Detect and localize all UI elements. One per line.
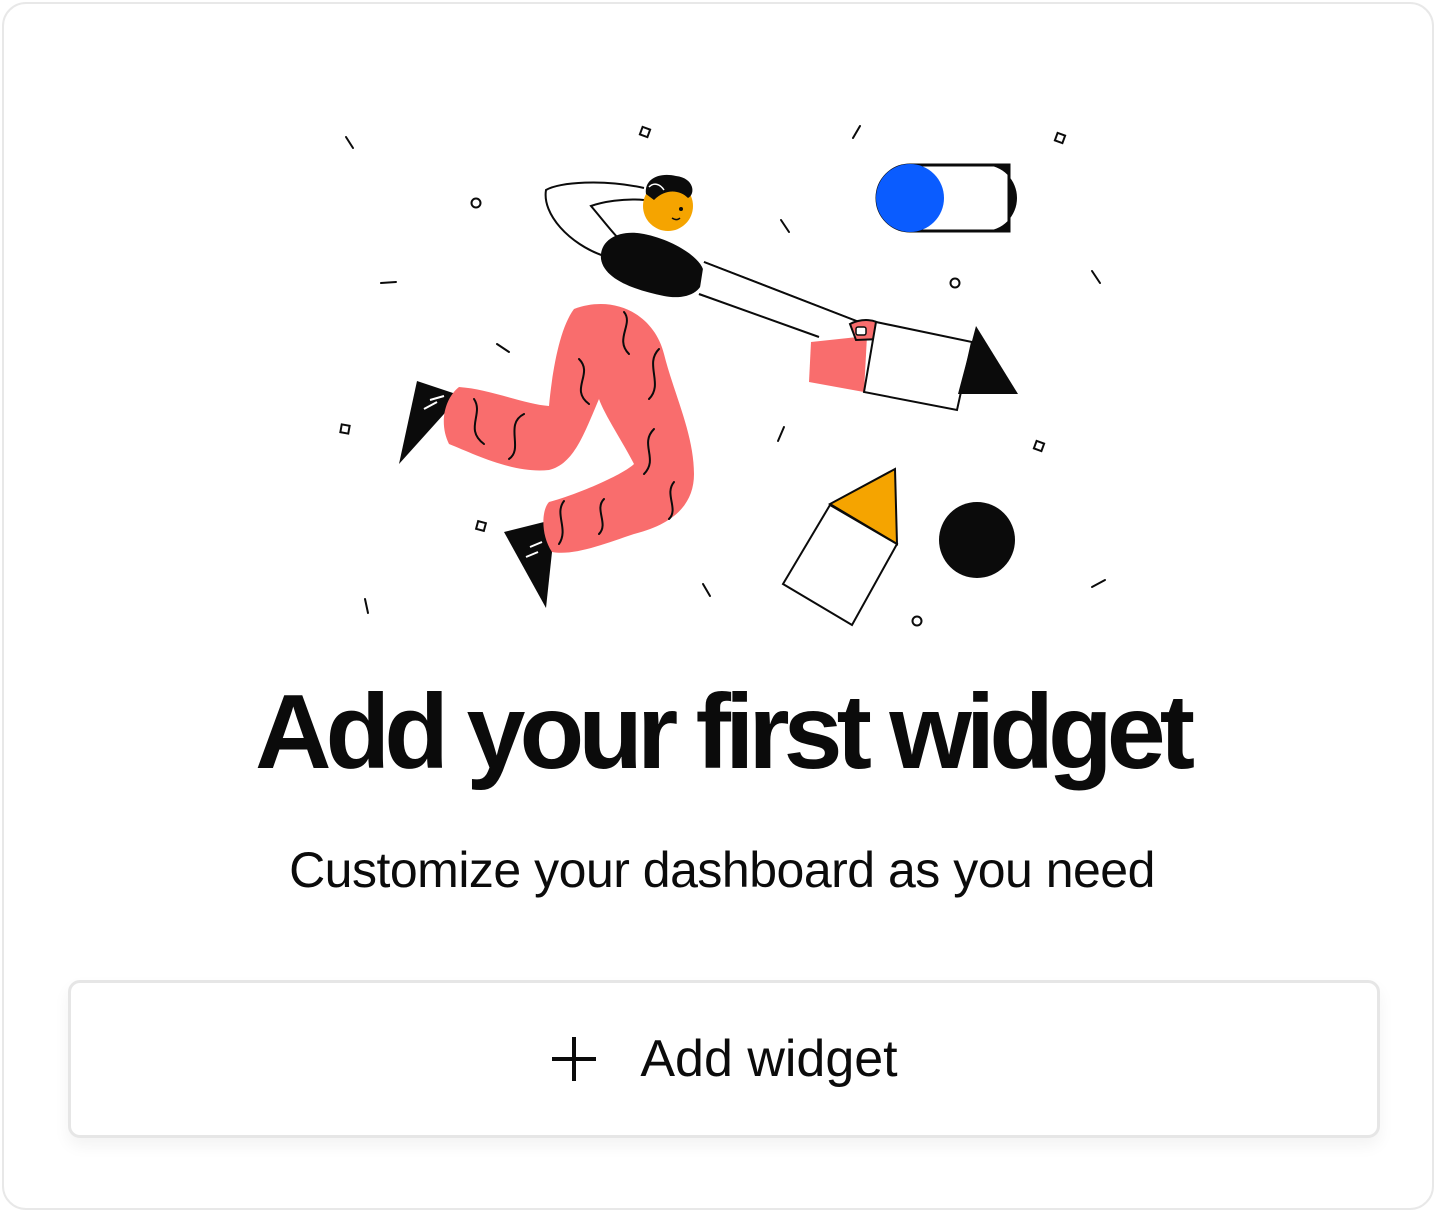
floating-person-illustration [339, 125, 1106, 627]
add-widget-button[interactable]: Add widget [68, 980, 1380, 1138]
box-shape [781, 467, 899, 627]
toggle-switch-graphic [875, 163, 1017, 233]
add-widget-button-label: Add widget [640, 1030, 898, 1088]
circle-shape [939, 502, 1015, 578]
triangle-shape [958, 326, 1018, 394]
page-title: Add your first widget [255, 673, 1195, 791]
empty-state-card: Add your first widget Customize your das… [2, 2, 1434, 1210]
plus-icon [550, 1035, 598, 1083]
page-subtitle: Customize your dashboard as you need [289, 842, 1155, 898]
